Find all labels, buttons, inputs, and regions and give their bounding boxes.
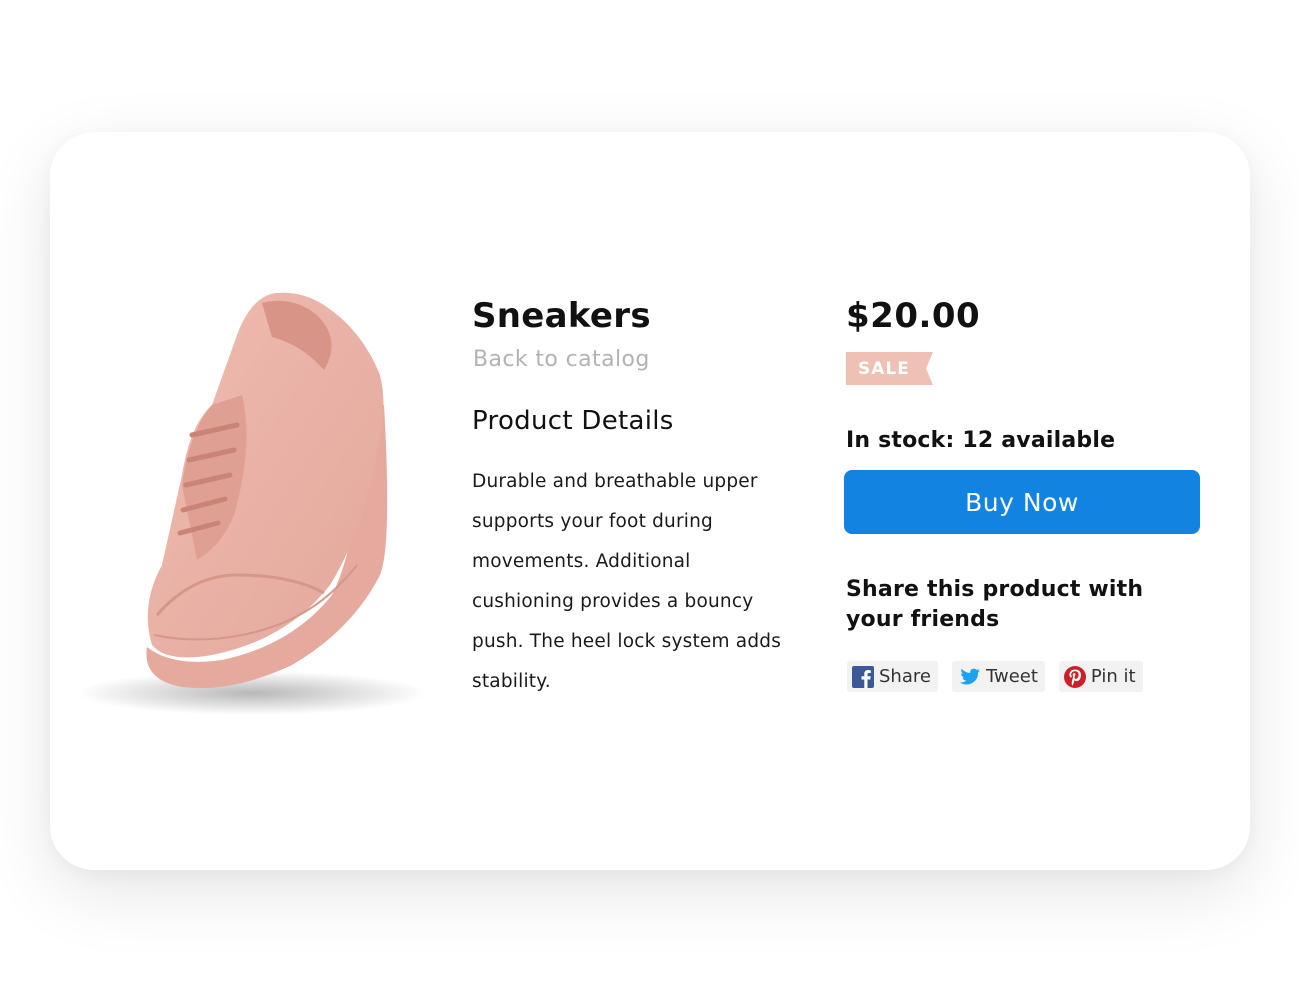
- product-description: Durable and breathable upper supports yo…: [472, 471, 782, 692]
- sneaker-icon: [77, 292, 427, 715]
- facebook-share-label: Share: [879, 666, 931, 687]
- product-details-heading: Product Details: [472, 406, 674, 436]
- share-buttons: Share Tweet Pin it: [847, 661, 1143, 692]
- twitter-tweet-label: Tweet: [985, 666, 1038, 687]
- back-to-catalog-link[interactable]: Back to catalog: [473, 347, 650, 372]
- stock-status: In stock: 12 available: [846, 428, 1116, 453]
- twitter-icon: [959, 668, 980, 685]
- pinterest-pin-label: Pin it: [1090, 666, 1136, 687]
- facebook-icon: [852, 665, 874, 688]
- facebook-share-button[interactable]: Share: [847, 661, 938, 692]
- product-price: $20.00: [846, 296, 981, 336]
- twitter-tweet-button[interactable]: Tweet: [951, 661, 1045, 692]
- sale-badge: SALE: [846, 352, 933, 385]
- pinterest-pin-button[interactable]: Pin it: [1058, 661, 1143, 692]
- share-heading: Share this product with your friends: [846, 577, 1144, 632]
- buy-now-button[interactable]: Buy Now: [844, 470, 1200, 534]
- product-title: Sneakers: [472, 296, 651, 336]
- pinterest-icon: [1063, 665, 1086, 688]
- product-image: [62, 275, 462, 725]
